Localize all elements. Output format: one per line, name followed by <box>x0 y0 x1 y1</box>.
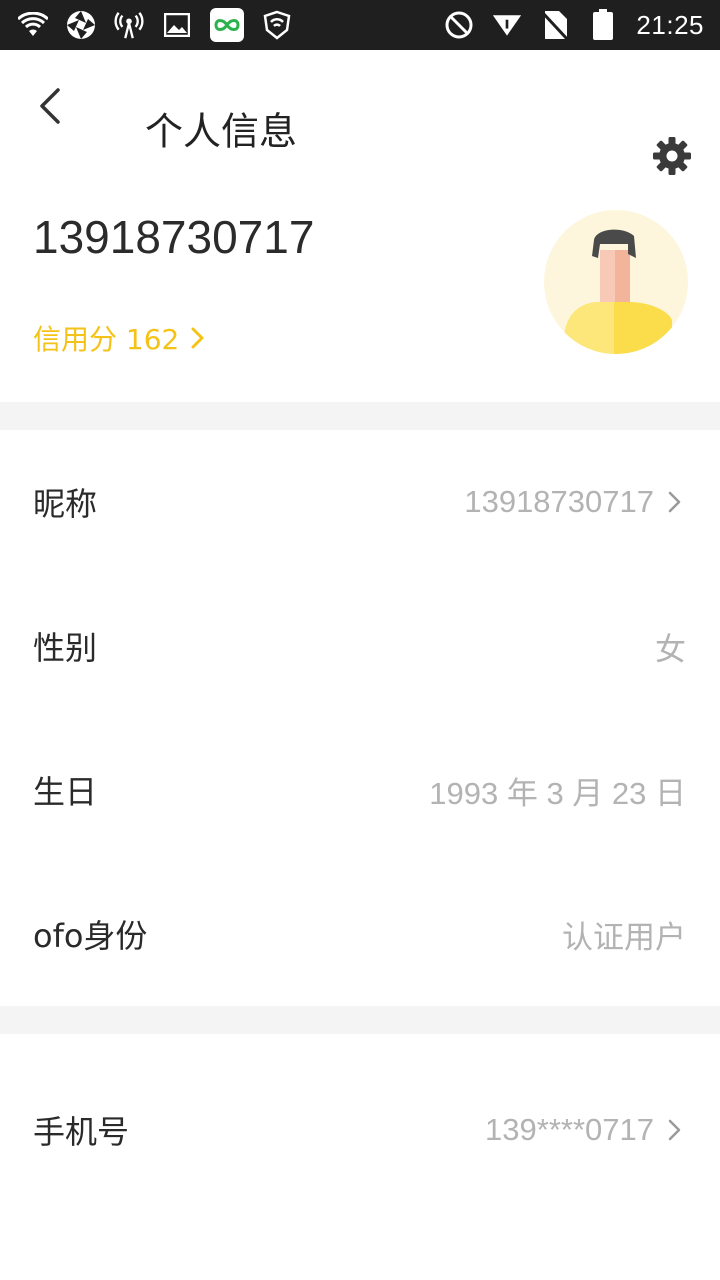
row-label: 手机号 <box>33 1113 130 1151</box>
row-label: ofo身份 <box>33 917 148 955</box>
shield-icon <box>262 10 292 40</box>
row-gender[interactable]: 性别 女 <box>0 574 720 718</box>
profile-phone: 13918730717 <box>33 211 315 263</box>
avatar[interactable] <box>544 210 688 354</box>
back-button[interactable] <box>28 78 72 134</box>
credit-score-label: 信用分 162 <box>33 323 180 356</box>
info-list-account: 手机号 139****0717 <box>0 1034 720 1226</box>
section-divider <box>0 1006 720 1034</box>
row-value: 认证用户 <box>562 919 686 955</box>
row-value: 139****0717 <box>485 1112 654 1147</box>
chevron-left-icon <box>40 88 60 124</box>
battery-icon <box>588 9 618 40</box>
row-value: 女 <box>655 631 686 667</box>
row-value: 1993 年 3 月 23 日 <box>429 775 686 811</box>
status-bar: 21:25 <box>0 0 720 50</box>
image-icon <box>162 10 192 40</box>
chevron-right-icon <box>191 327 204 349</box>
app-header: 个人信息 <box>0 50 720 175</box>
do-not-disturb-icon <box>444 10 474 40</box>
status-bar-left <box>18 8 292 42</box>
row-label: 性别 <box>33 629 98 667</box>
section-divider <box>0 402 720 430</box>
no-sim-icon <box>540 10 570 41</box>
row-nickname[interactable]: 昵称 13918730717 <box>0 430 720 574</box>
status-bar-right: 21:25 <box>444 9 704 41</box>
row-label: 昵称 <box>33 485 98 523</box>
credit-score-link[interactable]: 信用分 162 <box>33 318 205 358</box>
info-list-basic: 昵称 13918730717 性别 女 生日 1993 年 3 月 23 日 o… <box>0 430 720 1006</box>
aperture-icon <box>66 10 96 40</box>
status-time: 21:25 <box>636 9 704 40</box>
row-value: 13918730717 <box>464 484 654 519</box>
profile-section: 13918730717 信用分 162 <box>0 160 720 402</box>
app-icon <box>210 8 244 42</box>
avatar-illustration <box>564 229 672 354</box>
hotspot-icon <box>114 10 144 40</box>
row-ofo-identity[interactable]: ofo身份 认证用户 <box>0 862 720 1006</box>
page-title: 个人信息 <box>145 109 298 154</box>
signal-icon <box>492 10 522 40</box>
row-phone-number[interactable]: 手机号 139****0717 <box>0 1034 720 1226</box>
row-birthday[interactable]: 生日 1993 年 3 月 23 日 <box>0 718 720 862</box>
wifi-icon <box>18 10 48 40</box>
chevron-right-icon <box>668 1118 686 1142</box>
row-label: 生日 <box>33 773 98 811</box>
chevron-right-icon <box>668 490 686 514</box>
